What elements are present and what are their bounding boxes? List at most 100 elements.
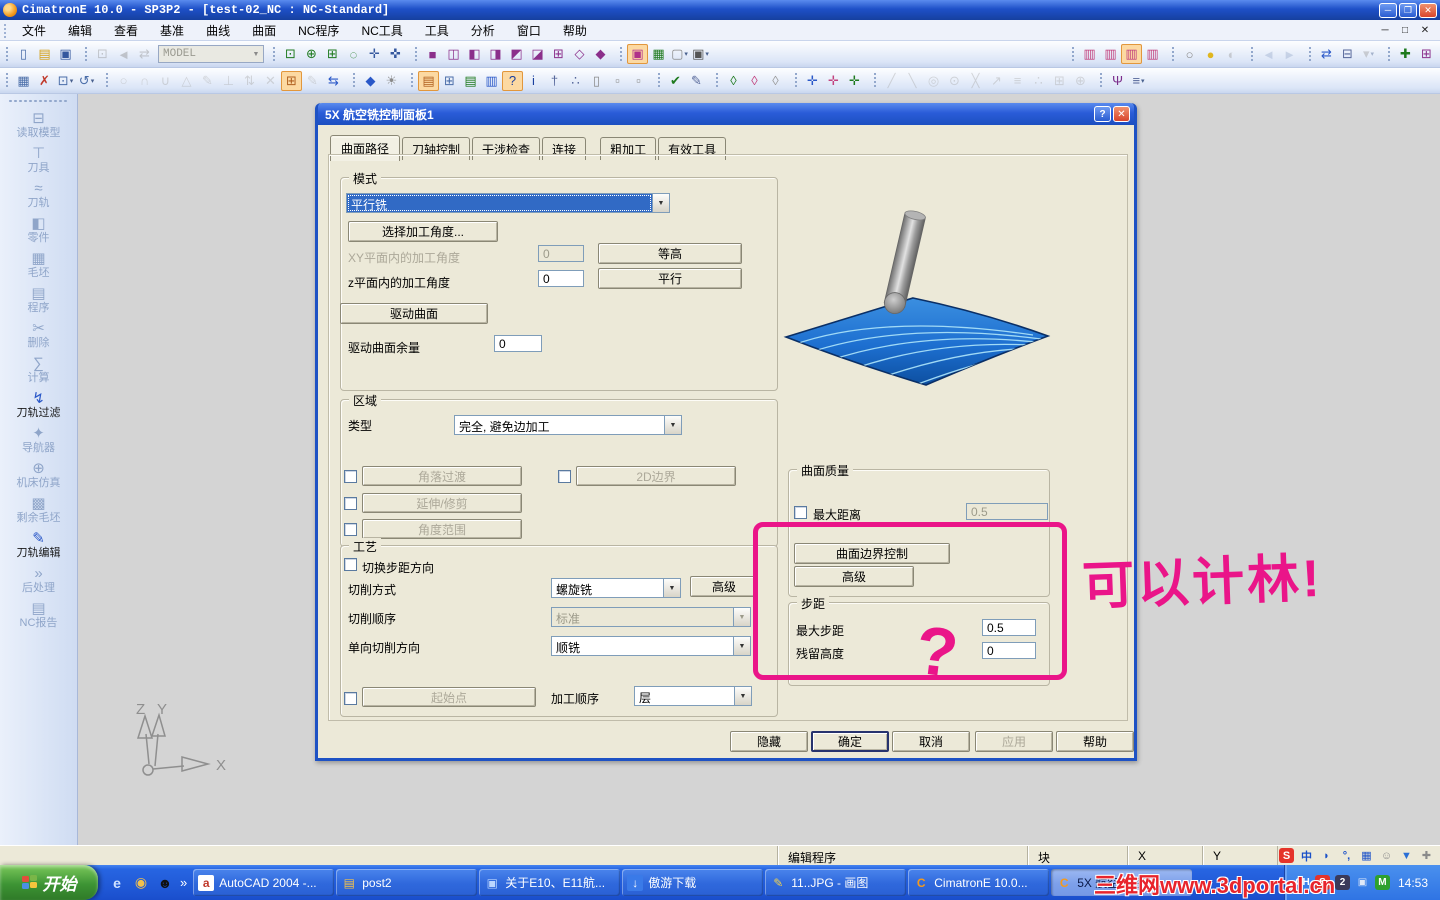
ucs-blue-icon[interactable]: ✛ [802,71,823,91]
edit-pencil-icon[interactable]: ✎ [686,71,707,91]
task-paint-11jpg[interactable]: ✎ 11..JPG - 画图 [765,869,907,896]
measure-ruler-icon[interactable]: ⊟ [1337,44,1358,64]
measure-options-icon[interactable]: ▾ [1358,44,1379,64]
task-maxthon-download[interactable]: ↓ 傲游下载 [622,869,764,896]
restore-button[interactable]: ❐ [1399,2,1417,18]
texture-mode-icon[interactable]: ▦ [648,44,669,64]
chevron-down-icon[interactable] [663,579,680,597]
iso-height-button[interactable]: 等高 [598,243,742,264]
probe-icon[interactable]: ∴ [565,71,586,91]
view-prev-icon[interactable]: ◇ [569,44,590,64]
help-button[interactable]: 帮助 [1056,731,1134,752]
start-point-checkbox[interactable] [344,692,357,705]
ghost-mode-icon[interactable]: ▢ [669,44,690,64]
notebook-icon[interactable]: ▤ [418,70,439,91]
select-filter-icon[interactable]: ▦ [13,71,34,91]
oneway-cut-direction-combo[interactable]: 顺铣 [551,636,751,656]
chevron-down-icon[interactable]: ▼ [249,51,263,58]
measure-points-icon[interactable]: ∴ [1028,71,1049,91]
chevron-down-icon[interactable] [733,637,750,655]
quick-launch-overflow-icon[interactable]: » [180,875,187,890]
input-mode-icon[interactable]: 2 [1334,875,1350,890]
menu-曲面[interactable]: 曲面 [241,20,287,41]
drive-surface-button[interactable]: 驱动曲面 [340,303,488,324]
measure-line-icon[interactable]: ╲ [902,71,923,91]
drive-surface-offset-field[interactable]: 0 [494,335,542,352]
boundary-2d-button[interactable]: 2D边界 [576,466,736,486]
project-curve-icon[interactable]: ⊥ [218,71,239,91]
tag-icon[interactable]: ◆ [360,71,381,91]
boundary-2d-checkbox[interactable] [558,470,571,483]
corner-checkbox[interactable] [344,470,357,483]
layers-icon[interactable]: ≡ [1128,71,1149,91]
menu-基准[interactable]: 基准 [149,20,195,41]
measure-xyz-icon[interactable]: ⊕ [1070,71,1091,91]
mdi-minimize-icon[interactable]: ─ [1378,25,1392,36]
close-button[interactable]: ✕ [1419,2,1437,18]
menu-工具[interactable]: 工具 [414,20,460,41]
ie-icon[interactable]: e [107,873,127,893]
rotate-view-icon[interactable]: ✜ [385,44,406,64]
render-mode-icon[interactable]: ▣ [627,44,648,64]
max-distance-checkbox[interactable] [794,506,807,519]
workplane-3-icon[interactable]: ▥ [1121,44,1142,64]
cut-advanced-button[interactable]: 高级 [690,576,758,597]
pan-icon[interactable]: ✛ [364,44,385,64]
toggle-step-direction-checkbox[interactable] [344,558,357,571]
menu-窗口[interactable]: 窗口 [506,20,552,41]
sheet-icon[interactable]: ▯ [586,71,607,91]
parallel-button[interactable]: 平行 [598,268,742,289]
zoom-window-icon[interactable]: ⊞ [322,44,343,64]
sidebar-item-procedure[interactable]: ▤ 程序 [0,286,77,315]
chevron-down-icon[interactable] [652,194,669,212]
tools-wrench-icon[interactable]: ✚ [1419,848,1434,863]
task-autocad[interactable]: a AutoCAD 2004 -... [193,869,335,896]
menu-编辑[interactable]: 编辑 [57,20,103,41]
sketch-arc-icon[interactable]: ∩ [134,71,155,91]
hide-button[interactable]: 隐藏 [730,731,808,752]
help-icon[interactable]: ? [502,70,523,91]
halfwidth-icon[interactable]: ◗ [1319,848,1334,863]
axis-psi-icon[interactable]: Ψ [1107,71,1128,91]
dialog-titlebar[interactable]: 5X 航空铣控制面板1 ? ✕ [318,103,1134,125]
top-view-icon[interactable]: ⊞ [548,44,569,64]
dialog-help-icon[interactable]: ? [1094,106,1111,122]
start-point-button[interactable]: 起始点 [362,687,536,707]
task-about-e10-e11[interactable]: ▣ 关于E10、E11航... [479,869,621,896]
sidebar-item-nc-report[interactable]: ▤ NC报告 [0,601,77,630]
measure-grid-icon[interactable]: ⊞ [1049,71,1070,91]
zoom-icon[interactable]: ◌ [343,44,364,64]
chamfer-icon[interactable]: △ [176,71,197,91]
plane-pink-icon[interactable]: ◊ [744,71,765,91]
green-m-icon[interactable]: M [1374,875,1390,890]
menu-NC程序[interactable]: NC程序 [287,20,350,41]
cut-mode-combo[interactable]: 螺旋铣 [551,578,681,598]
angle-range-button[interactable]: 角度范围 [362,519,522,539]
cancel-button[interactable]: 取消 [892,731,970,752]
task-post2-folder[interactable]: ▤ post2 [336,869,478,896]
open-file-icon[interactable]: ▤ [34,44,55,64]
new-file-icon[interactable]: ▯ [13,44,34,64]
measure-parallel-icon[interactable]: ≡ [1007,71,1028,91]
view-lock-icon[interactable]: ◆ [590,44,611,64]
sidebar-item-part[interactable]: ◧ 零件 [0,216,77,245]
lang-zh-icon[interactable]: 中 [1299,848,1314,863]
model-back-icon[interactable]: ◄ [113,44,134,64]
mini-split-icon[interactable]: ▫ [607,71,628,91]
mode-combo[interactable]: 平行铣 [346,193,670,213]
reverse-direction-icon[interactable]: ⇆ [323,71,344,91]
cut-order-combo[interactable]: 标准 [551,607,751,627]
sidebar-item-read-model[interactable]: ⊟ 读取模型 [0,111,77,140]
ok-button[interactable]: 确定 [811,731,889,752]
sidebar-item-remaining-stock[interactable]: ▩ 剩余毛坯 [0,496,77,525]
menu-文件[interactable]: 文件 [11,20,57,41]
swap-entities-icon[interactable]: ⇄ [1316,44,1337,64]
task-cimatron-main[interactable]: C CimatronE 10.0... [908,869,1050,896]
sidebar-item-navigator[interactable]: ✦ 导航器 [0,426,77,455]
measure-intersect-icon[interactable]: ╳ [965,71,986,91]
ucs-pink-icon[interactable]: ✛ [823,71,844,91]
mdi-restore-icon[interactable]: □ [1398,25,1412,36]
media-player-icon[interactable]: ◉ [131,873,151,893]
entity-manager-icon[interactable]: ⊞ [1416,44,1437,64]
sidebar-item-tools[interactable]: ⊤ 刀具 [0,146,77,175]
